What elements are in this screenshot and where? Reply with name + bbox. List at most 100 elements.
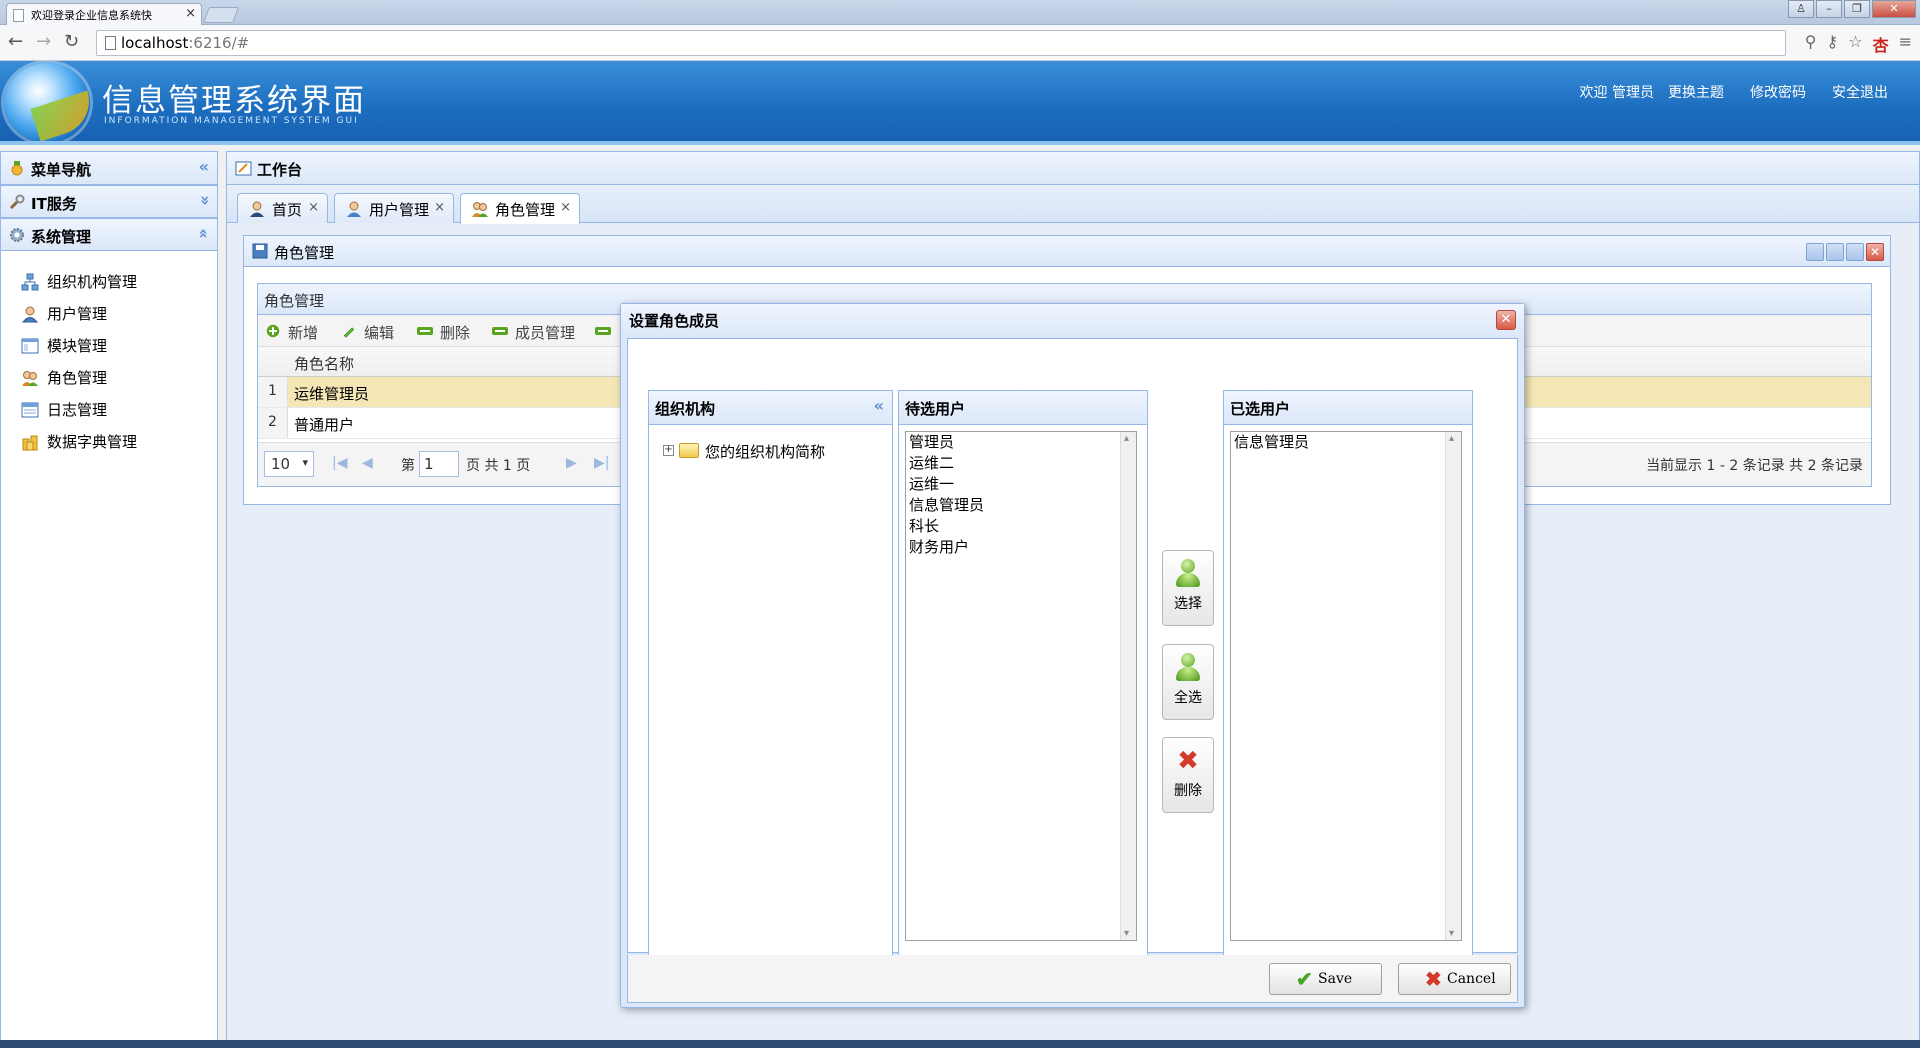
transfer-buttons: 选择 全选 ✖ 删除 xyxy=(1162,339,1214,939)
org-panel-title: 组织机构 xyxy=(655,400,716,418)
maximize-panel-icon[interactable] xyxy=(1846,243,1864,261)
back-icon[interactable]: ← xyxy=(8,31,23,52)
sidebar-item-dictionary[interactable]: 数据字典管理 xyxy=(1,425,217,457)
close-tab-icon[interactable]: × xyxy=(185,6,196,21)
select-all-users-icon xyxy=(1175,653,1201,683)
workbench-icon xyxy=(235,161,252,176)
page-number-input[interactable]: 1 xyxy=(419,451,459,477)
reload-icon[interactable]: ↻ xyxy=(64,31,79,52)
member-management-button[interactable]: 成员管理 xyxy=(491,322,575,343)
logout-link[interactable]: 安全退出 xyxy=(1832,82,1888,102)
expand-node-icon[interactable]: + xyxy=(663,445,674,456)
tab-user-management[interactable]: 用户管理 × xyxy=(334,193,454,223)
dialog-footer: ✔ Save ✖ Cancel xyxy=(627,955,1518,1003)
tab-role-management[interactable]: 角色管理 × xyxy=(460,193,580,224)
sidebar-item-logs[interactable]: 日志管理 xyxy=(1,393,217,425)
list-item[interactable]: 信息管理员 xyxy=(1231,432,1461,453)
list-item[interactable]: 科长 xyxy=(906,516,1136,537)
user-icon xyxy=(250,201,264,217)
pager-info: 当前显示 1 - 2 条记录 共 2 条记录 xyxy=(1646,458,1863,474)
column-role-name[interactable]: 角色名称 xyxy=(294,353,354,374)
sidebar-item-users[interactable]: 用户管理 xyxy=(1,297,217,329)
select-button[interactable]: 选择 xyxy=(1162,550,1214,626)
role-panel-header: 角色管理 ✕ xyxy=(244,236,1890,267)
select-all-button[interactable]: 全选 xyxy=(1162,644,1214,720)
prev-page-icon[interactable]: ◀ xyxy=(362,455,373,471)
gear-icon xyxy=(10,228,24,242)
list-item[interactable]: 信息管理员 xyxy=(906,495,1136,516)
forward-icon[interactable]: → xyxy=(36,31,51,52)
app-title: 信息管理系统界面 xyxy=(102,83,366,119)
edit-button[interactable]: 编辑 xyxy=(340,322,394,343)
checkmark-icon: ✔ xyxy=(1296,967,1313,991)
page-label: 第 xyxy=(401,458,415,474)
close-tab-icon[interactable]: × xyxy=(560,200,571,215)
tab-home[interactable]: 首页 × xyxy=(237,193,328,223)
members-icon xyxy=(492,327,508,335)
close-dialog-icon[interactable]: ✕ xyxy=(1496,310,1516,330)
welcome-user-link[interactable]: 欢迎 管理员 xyxy=(1580,82,1654,102)
browser-tab[interactable]: 欢迎登录企业信息系统快 × xyxy=(6,3,202,26)
selected-users-list[interactable]: 信息管理员 xyxy=(1230,431,1462,941)
bookmark-star-icon[interactable]: ☆ xyxy=(1848,32,1862,56)
sidebar: 菜单导航 « IT服务 « 系统管理 « 组织机构管理 用户管理 模块管理 角色… xyxy=(0,151,218,1048)
last-page-icon[interactable]: ▶| xyxy=(594,455,609,471)
url-input[interactable]: localhost:6216/# xyxy=(96,30,1786,56)
accordion-system-management[interactable]: 系统管理 « xyxy=(1,218,217,251)
page-icon xyxy=(105,36,116,50)
close-tab-icon[interactable]: × xyxy=(308,200,319,215)
delete-button[interactable]: 删除 xyxy=(416,322,470,343)
row-number: 1 xyxy=(258,377,288,407)
first-page-icon[interactable]: |◀ xyxy=(332,455,347,471)
collapse-org-icon[interactable]: « xyxy=(874,396,884,415)
remove-button[interactable]: ✖ 删除 xyxy=(1162,737,1214,813)
app-subtitle: INFORMATION MANAGEMENT SYSTEM GUI xyxy=(104,116,359,126)
org-tree-root[interactable]: + 您的组织机构简称 xyxy=(663,441,825,462)
menu-icon[interactable]: ≡ xyxy=(1899,32,1912,56)
collapse-icon[interactable]: « xyxy=(194,228,213,238)
zoom-icon[interactable]: ⚲ xyxy=(1805,32,1817,56)
sidebar-item-org[interactable]: 组织机构管理 xyxy=(1,265,217,297)
page-favicon-icon xyxy=(13,9,24,22)
collapse-panel-icon[interactable] xyxy=(1806,243,1824,261)
list-item[interactable]: 财务用户 xyxy=(906,537,1136,558)
close-window-icon[interactable]: ✕ xyxy=(1872,0,1916,18)
pending-users-list[interactable]: 管理员 运维二 运维一 信息管理员 科长 财务用户 xyxy=(905,431,1137,941)
user-icon[interactable]: ♙ xyxy=(1788,0,1814,18)
expand-icon[interactable]: « xyxy=(194,195,213,205)
accordion-it-service[interactable]: IT服务 « xyxy=(1,185,217,218)
cancel-button[interactable]: ✖ Cancel xyxy=(1398,963,1511,995)
sidebar-item-modules[interactable]: 模块管理 xyxy=(1,329,217,361)
new-tab-button[interactable] xyxy=(203,7,239,23)
restore-icon[interactable]: ❐ xyxy=(1844,0,1870,18)
page-size-select[interactable]: 10 xyxy=(264,451,314,477)
save-button[interactable]: ✔ Save xyxy=(1269,963,1382,995)
pending-users-title: 待选用户 xyxy=(905,400,966,418)
tab-label: 用户管理 xyxy=(369,201,430,219)
close-tab-icon[interactable]: × xyxy=(434,200,445,215)
extension-icon[interactable]: 杏 xyxy=(1873,32,1889,56)
list-item[interactable]: 管理员 xyxy=(906,432,1136,453)
collapse-sidebar-icon[interactable]: « xyxy=(199,157,209,176)
next-page-icon[interactable]: ▶ xyxy=(566,455,577,471)
minimize-icon[interactable]: – xyxy=(1816,0,1842,18)
scrollbar[interactable] xyxy=(1120,432,1136,940)
change-theme-link[interactable]: 更换主题 xyxy=(1668,82,1724,102)
role-name-cell: 运维管理员 xyxy=(294,385,370,403)
minimize-panel-icon[interactable] xyxy=(1826,243,1844,261)
select-user-icon xyxy=(1175,559,1201,589)
browser-toolbar-icons: ⚲ ⚷ ☆ 杏 ≡ xyxy=(1805,32,1912,56)
add-button[interactable]: 新增 xyxy=(264,322,318,343)
close-panel-icon[interactable]: ✕ xyxy=(1866,243,1884,261)
list-item[interactable]: 运维二 xyxy=(906,453,1136,474)
sidebar-item-label: 用户管理 xyxy=(47,305,108,323)
key-icon[interactable]: ⚷ xyxy=(1827,32,1839,56)
sidebar-item-roles[interactable]: 角色管理 xyxy=(1,361,217,393)
scrollbar[interactable] xyxy=(1445,432,1461,940)
remove-button-label: 删除 xyxy=(1174,783,1202,799)
change-password-link[interactable]: 修改密码 xyxy=(1750,82,1806,102)
more-icon xyxy=(595,327,611,335)
list-item[interactable]: 运维一 xyxy=(906,474,1136,495)
selected-users-title: 已选用户 xyxy=(1230,400,1291,418)
select-all-button-label: 全选 xyxy=(1174,690,1202,706)
